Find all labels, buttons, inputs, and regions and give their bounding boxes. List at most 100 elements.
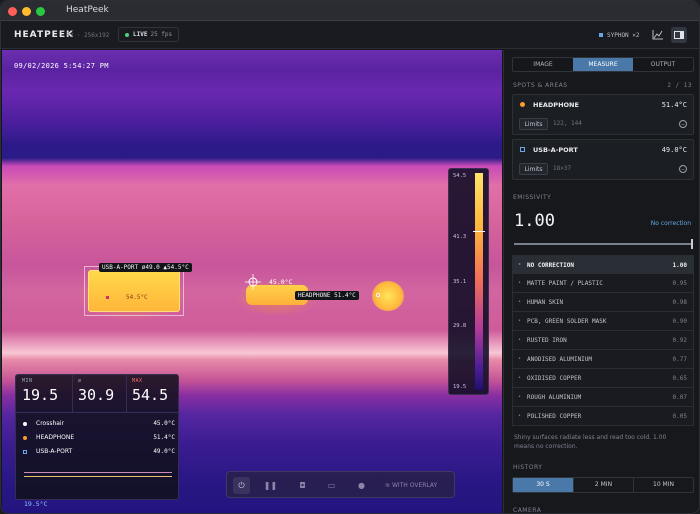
material-item[interactable]: • OXIDISED COPPER 0.65 (512, 369, 694, 388)
emissivity-section-title: EMISSIVITY (513, 194, 552, 201)
history-sparkline (24, 472, 172, 473)
fps-value: 25 fps (150, 31, 173, 38)
bullet-icon: • (518, 413, 521, 419)
emissivity-note: Shiny surfaces radiate less and read too… (514, 434, 667, 450)
crosshair-temp: 45.0°C (269, 278, 293, 286)
pause-button[interactable]: ❚❚ (262, 477, 279, 494)
material-value: 0.92 (672, 337, 687, 344)
history-2min[interactable]: 2 MIN (573, 478, 633, 492)
bullet-icon: • (518, 375, 521, 381)
bullet-icon: • (518, 299, 521, 305)
stat-row-usb: USB-A-PORT 49.0°C (21, 445, 175, 459)
bullet-icon: • (518, 262, 522, 268)
thermal-viewer[interactable]: 09/02/2026 5:54:27 PM USB-A-PORT ø49.0 ▲… (2, 50, 502, 513)
stat-row-name: HEADPHONE (36, 434, 75, 441)
remove-spot-icon[interactable]: – (679, 165, 687, 173)
headphone-dot-icon (23, 436, 27, 440)
live-dot-icon (125, 32, 129, 37)
crosshair-icon[interactable] (245, 274, 261, 290)
material-item[interactable]: • POLISHED COPPER 0.05 (512, 407, 694, 426)
material-name: HUMAN SKIN (527, 299, 564, 306)
chart-toggle-button[interactable] (650, 27, 666, 43)
headphone-spot-tag: HEADPHONE 51.4°C (295, 291, 359, 300)
material-value: 0.07 (672, 394, 687, 401)
material-value: 0.65 (672, 375, 687, 382)
history-10min[interactable]: 10 MIN (633, 478, 693, 492)
material-value: 0.98 (672, 299, 687, 306)
limits-button[interactable]: Limits (519, 163, 548, 175)
spot-card-headphone[interactable]: HEADPHONE 51.4°C Limits 122, 144 – (512, 94, 694, 135)
material-item[interactable]: • PCB, GREEN SOLDER MASK 0.90 (512, 312, 694, 331)
syphon-square-icon (599, 33, 603, 37)
material-name: PCB, GREEN SOLDER MASK (527, 318, 607, 325)
stats-divider (126, 375, 127, 412)
brand-logo: HEATPEEK (14, 30, 74, 40)
history-section-title: HISTORY (513, 464, 543, 471)
overlay-label: WITH OVERLAY (391, 482, 438, 489)
max-label: MAX (132, 378, 143, 384)
material-name: OXIDISED COPPER (527, 375, 582, 382)
history-30s[interactable]: 30 S (513, 478, 573, 492)
live-label: LIVE (133, 31, 148, 38)
usb-area-box[interactable] (84, 266, 184, 316)
limits-button[interactable]: Limits (519, 118, 548, 130)
scale-top-label: 54.5 (453, 173, 467, 179)
min-value: 19.5 (22, 386, 59, 404)
material-item[interactable]: • NO CORRECTION 1.00 (512, 255, 694, 274)
syphon-status[interactable]: SYPHON ×2 (599, 32, 640, 39)
zoom-window-button[interactable] (36, 7, 45, 16)
camera-section-title: CAMERA (513, 507, 542, 514)
headphone-spot-icon[interactable] (376, 293, 380, 297)
material-name: NO CORRECTION (527, 262, 574, 269)
overlay-toggle-button[interactable]: ≋ WITH OVERLAY (385, 477, 451, 494)
stats-overlay: MIN 19.5 ø 30.9 MAX 54.5 Crosshair 45.0°… (15, 374, 180, 500)
minimize-window-button[interactable] (22, 7, 31, 16)
sidebar-toggle-button[interactable] (671, 27, 687, 43)
app-window: HeatPeek HEATPEEK P3 · 256x192 LIVE 25 fp… (0, 0, 700, 514)
usb-square-icon (23, 450, 27, 454)
tab-image[interactable]: IMAGE (513, 58, 573, 71)
stat-row-name: Crosshair (36, 420, 65, 427)
material-item[interactable]: • ROUGH ALUMINIUM 0.07 (512, 388, 694, 407)
power-button[interactable]: ⏻ (233, 477, 250, 494)
scale-label-3: 35.1 (453, 279, 467, 285)
record-dot-button[interactable]: ● (353, 477, 370, 494)
usb-square-icon (520, 147, 525, 152)
spot-name: HEADPHONE (533, 101, 579, 109)
bullet-icon: • (518, 280, 521, 286)
tab-measure[interactable]: MEASURE (573, 58, 633, 71)
color-scale-bar (475, 173, 483, 390)
side-panel: IMAGE MEASURE OUTPUT SPOTS & AREAS 2 / 1… (503, 50, 699, 514)
material-item[interactable]: • ANODISED ALUMINIUM 0.77 (512, 350, 694, 369)
material-name: RUSTED IRON (527, 337, 567, 344)
bullet-icon: • (518, 318, 521, 324)
stats-separator (16, 412, 180, 413)
record-video-button[interactable]: ▭ (323, 477, 340, 494)
spot-dims: 18×37 (553, 165, 572, 172)
app-header: HEATPEEK P3 · 256x192 LIVE 25 fps SYPHON … (1, 21, 699, 49)
spot-value: 51.4°C (661, 101, 687, 109)
stat-row-name: USB-A-PORT (36, 448, 73, 455)
scale-marker-icon (473, 231, 485, 232)
stat-row-value: 49.0°C (153, 448, 175, 455)
layers-icon: ≋ (385, 482, 392, 489)
usb-marker-icon (106, 296, 109, 299)
close-window-button[interactable] (8, 7, 17, 16)
material-item[interactable]: • HUMAN SKIN 0.98 (512, 293, 694, 312)
usb-area-tag: USB-A-PORT ø49.0 ▲54.5°C (99, 263, 192, 272)
slider-handle[interactable] (691, 239, 693, 249)
material-item[interactable]: • RUSTED IRON 0.92 (512, 331, 694, 350)
emissivity-slider[interactable] (514, 239, 693, 249)
material-name: POLISHED COPPER (527, 413, 582, 420)
max-value: 54.5 (132, 386, 169, 404)
spots-section-title: SPOTS & AREAS (513, 82, 568, 89)
remove-spot-icon[interactable]: – (679, 120, 687, 128)
bullet-icon: • (518, 394, 521, 400)
scale-label-2: 41.3 (453, 234, 467, 240)
panel-tabs: IMAGE MEASURE OUTPUT (512, 57, 694, 72)
tab-output[interactable]: OUTPUT (633, 58, 693, 71)
spot-card-usb[interactable]: USB-A-PORT 49.0°C Limits 18×37 – (512, 139, 694, 180)
capture-toolbar: ⏻ ❚❚ ◘ ▭ ● ≋ WITH OVERLAY (226, 471, 455, 498)
camera-snapshot-button[interactable]: ◘ (294, 477, 311, 494)
material-item[interactable]: • MATTE PAINT / PLASTIC 0.95 (512, 274, 694, 293)
